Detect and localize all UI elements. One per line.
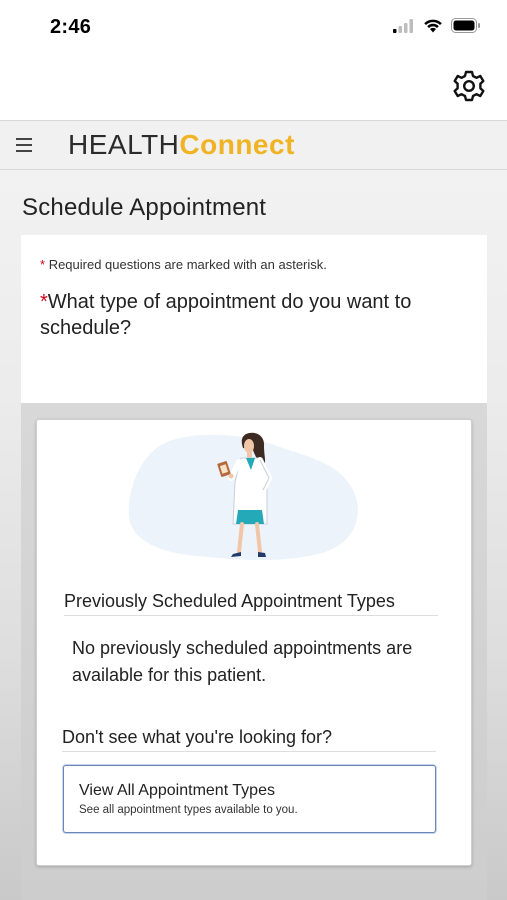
question-card: * Required questions are marked with an …	[21, 235, 487, 403]
battery-icon	[451, 18, 481, 38]
required-note: * Required questions are marked with an …	[40, 257, 327, 272]
appointment-type-question: *What type of appointment do you want to…	[40, 289, 460, 341]
wifi-icon	[423, 18, 443, 38]
app-header: HEALTHConnect	[0, 120, 507, 170]
previous-types-heading: Previously Scheduled Appointment Types	[64, 591, 438, 616]
appointment-options-card: Previously Scheduled Appointment Types N…	[36, 419, 472, 866]
question-asterisk: *	[40, 291, 48, 313]
required-note-text: Required questions are marked with an as…	[48, 257, 327, 272]
not-found-heading: Don't see what you're looking for?	[62, 727, 436, 752]
status-icons	[393, 18, 481, 38]
hamburger-menu-icon[interactable]	[16, 134, 38, 156]
view-all-appointment-types-button[interactable]: View All Appointment Types See all appoi…	[63, 765, 436, 833]
view-all-title: View All Appointment Types	[79, 782, 275, 799]
view-all-subtitle: See all appointment types available to y…	[79, 804, 298, 816]
doctor-illustration	[127, 432, 367, 566]
question-text: What type of appointment do you want to …	[40, 291, 412, 339]
logo-health-text: HEALTH	[68, 129, 180, 160]
status-bar: 2:46	[0, 0, 507, 58]
main-content: Schedule Appointment * Required question…	[0, 170, 507, 900]
logo-connect-text: Connect	[179, 129, 295, 160]
required-asterisk: *	[40, 257, 46, 272]
signal-icon	[393, 18, 415, 38]
settings-button[interactable]	[451, 70, 487, 106]
status-time: 2:46	[50, 16, 92, 38]
no-previous-message: No previously scheduled appointments are…	[72, 638, 413, 685]
healthconnect-logo: HEALTHConnect	[68, 130, 295, 160]
app-toolbar	[0, 58, 507, 120]
page-title: Schedule Appointment	[22, 194, 267, 221]
gear-icon	[452, 69, 486, 108]
